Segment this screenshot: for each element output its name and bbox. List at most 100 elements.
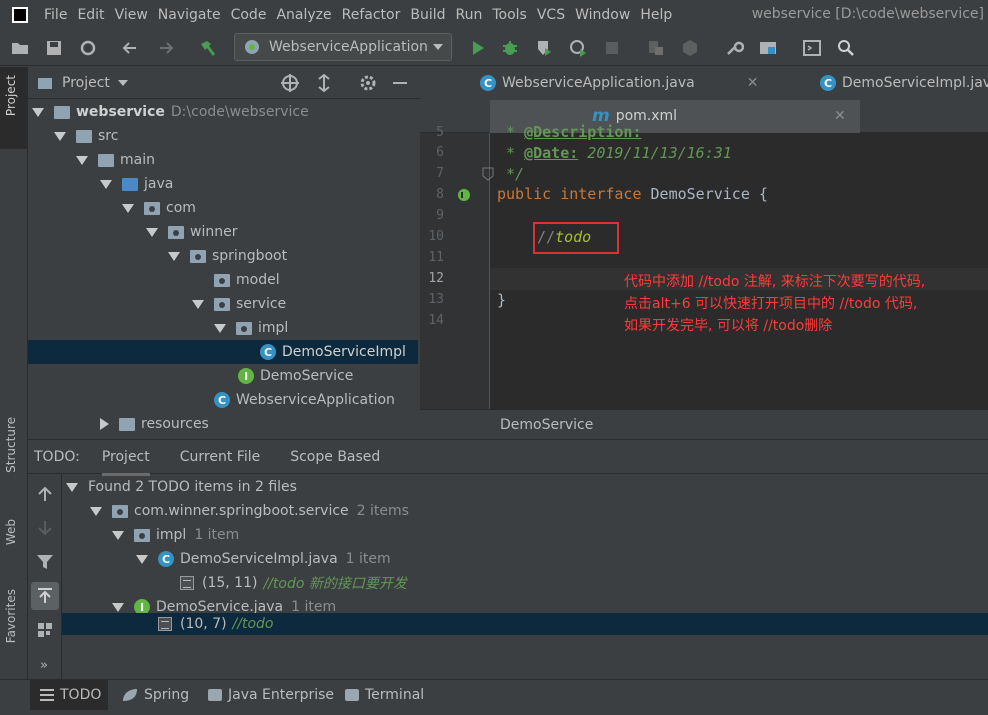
arrow-down-icon[interactable] (35, 518, 55, 538)
debug-icon[interactable] (500, 38, 520, 58)
menu-refactor[interactable]: Refactor (342, 7, 401, 23)
collapse-all-icon[interactable] (314, 73, 334, 93)
chevron-down-icon[interactable] (117, 79, 128, 86)
hide-panel-icon[interactable] (390, 73, 410, 93)
menu-window[interactable]: Window (575, 7, 630, 23)
tab-todo-project[interactable]: Project (101, 438, 150, 476)
menu-file[interactable]: File (44, 7, 67, 23)
tab-webserviceapplication[interactable]: C WebserviceApplication.java ✕ (480, 67, 758, 99)
todo-item-row[interactable]: (15, 11) //todo 新的接口要开发 (180, 571, 407, 595)
attach-icon[interactable] (646, 38, 666, 58)
expanded-arrow-icon (136, 554, 148, 564)
todo-item-row-selected[interactable]: (10, 7) //todo (62, 613, 988, 635)
chevron-down-icon (433, 44, 443, 50)
fold-marker-icon[interactable] (482, 167, 494, 181)
back-arrow-icon[interactable] (120, 38, 140, 58)
package-icon (214, 273, 230, 287)
code-interface-decl: DemoService { (641, 185, 768, 203)
tool-tab-terminal[interactable]: Terminal (345, 680, 424, 710)
tab-todo-current-file[interactable]: Current File (180, 449, 260, 465)
expanded-arrow-icon (76, 155, 88, 165)
profile-icon[interactable] (568, 38, 588, 58)
tree-node-webserviceapplication[interactable]: C WebserviceApplication (28, 388, 408, 412)
expanded-arrow-icon (100, 179, 112, 189)
tool-tab-spring[interactable]: Spring (122, 680, 189, 710)
tree-node-src[interactable]: src (28, 124, 408, 148)
settings-wrench-icon[interactable] (724, 38, 744, 58)
menu-analyze[interactable]: Analyze (276, 7, 331, 23)
project-structure-icon[interactable] (758, 38, 778, 58)
todo-count: 1 item (194, 527, 240, 543)
tree-node-webservice[interactable]: webservice D:\code\webservice (28, 100, 408, 124)
coverage-icon[interactable] (534, 38, 554, 58)
filter-icon[interactable] (35, 552, 55, 572)
implemented-gutter-icon[interactable] (456, 187, 472, 203)
menu-view[interactable]: View (115, 7, 148, 23)
tree-node-impl[interactable]: impl (28, 316, 408, 340)
preview-toggle-button[interactable] (31, 582, 59, 610)
tool-tab-java-enterprise[interactable]: Java Enterprise (208, 680, 334, 710)
breadcrumb-item[interactable]: DemoService (500, 417, 593, 433)
package-icon (168, 225, 184, 239)
favorites-tool-label[interactable]: Favorites (4, 589, 18, 643)
tree-node-model[interactable]: model (28, 268, 408, 292)
menu-help[interactable]: Help (640, 7, 672, 23)
terminal-icon[interactable] (802, 38, 822, 58)
tree-node-java[interactable]: java (28, 172, 408, 196)
tree-node-resources[interactable]: resources (28, 412, 408, 436)
tree-node-demoserviceimpl[interactable]: C DemoServiceImpl (28, 340, 418, 364)
tree-node-main[interactable]: main (28, 148, 408, 172)
todo-file-row[interactable]: C DemoServiceImpl.java 1 item (136, 547, 391, 571)
menu-edit[interactable]: Edit (77, 7, 104, 23)
tab-todo-scope-based[interactable]: Scope Based (290, 449, 380, 465)
project-view-selector[interactable]: Project (62, 75, 110, 91)
todo-impl-row[interactable]: impl 1 item (112, 523, 239, 547)
group-by-icon[interactable] (35, 620, 55, 640)
menu-tools[interactable]: Tools (492, 7, 527, 23)
source-folder-icon (122, 177, 138, 191)
locate-target-icon[interactable] (280, 73, 300, 93)
expanded-arrow-icon (112, 602, 124, 612)
forward-arrow-icon[interactable] (156, 38, 176, 58)
menu-code[interactable]: Code (231, 7, 267, 23)
stop-icon[interactable] (602, 38, 622, 58)
structure-tool-label[interactable]: Structure (4, 417, 18, 473)
todo-package-row[interactable]: com.winner.springboot.service 2 items (90, 499, 409, 523)
menu-run[interactable]: Run (456, 7, 483, 23)
tree-node-springboot[interactable]: springboot (28, 244, 408, 268)
tab-demoserviceimpl[interactable]: C DemoServiceImpl.java (820, 67, 988, 99)
close-icon[interactable]: ✕ (747, 75, 759, 91)
run-icon[interactable] (468, 38, 488, 58)
code-doc-star: * (497, 144, 525, 162)
deploy-icon[interactable] (680, 38, 700, 58)
project-tool-tab[interactable]: Project (0, 67, 28, 149)
tree-node-label: springboot (212, 248, 288, 264)
menu-navigate[interactable]: Navigate (158, 7, 221, 23)
menu-build[interactable]: Build (410, 7, 445, 23)
menu-vcs[interactable]: VCS (537, 7, 565, 23)
close-icon[interactable]: ✕ (834, 108, 846, 124)
code-editor[interactable]: 5 6 7 8 9 10 11 12 13 14 * @Description:… (420, 123, 988, 409)
tool-tab-todo[interactable]: TODO (30, 680, 108, 710)
tree-node-service[interactable]: service (28, 292, 408, 316)
build-hammer-icon[interactable] (198, 38, 218, 58)
web-tool-label[interactable]: Web (4, 519, 18, 545)
tree-node-com[interactable]: com (28, 196, 408, 220)
todo-summary-row[interactable]: Found 2 TODO items in 2 files (66, 475, 297, 499)
gear-icon[interactable] (358, 73, 378, 93)
folder-icon (98, 153, 114, 167)
tab-label: DemoServiceImpl.java (842, 75, 988, 91)
tree-node-label: DemoServiceImpl (282, 344, 406, 360)
tree-node-winner[interactable]: winner (28, 220, 408, 244)
spring-boot-class-icon: C (480, 75, 496, 91)
run-configuration-select[interactable]: WebserviceApplication (234, 33, 452, 61)
save-icon[interactable] (44, 38, 64, 58)
open-folder-icon[interactable] (10, 38, 30, 58)
tree-node-demoservice[interactable]: I DemoService (28, 364, 408, 388)
search-icon[interactable] (836, 38, 856, 58)
resources-folder-icon (119, 417, 135, 431)
more-icon[interactable]: » (40, 658, 48, 673)
sync-icon[interactable] (78, 38, 98, 58)
todo-toolbar: » (28, 474, 62, 680)
arrow-up-icon[interactable] (35, 484, 55, 504)
